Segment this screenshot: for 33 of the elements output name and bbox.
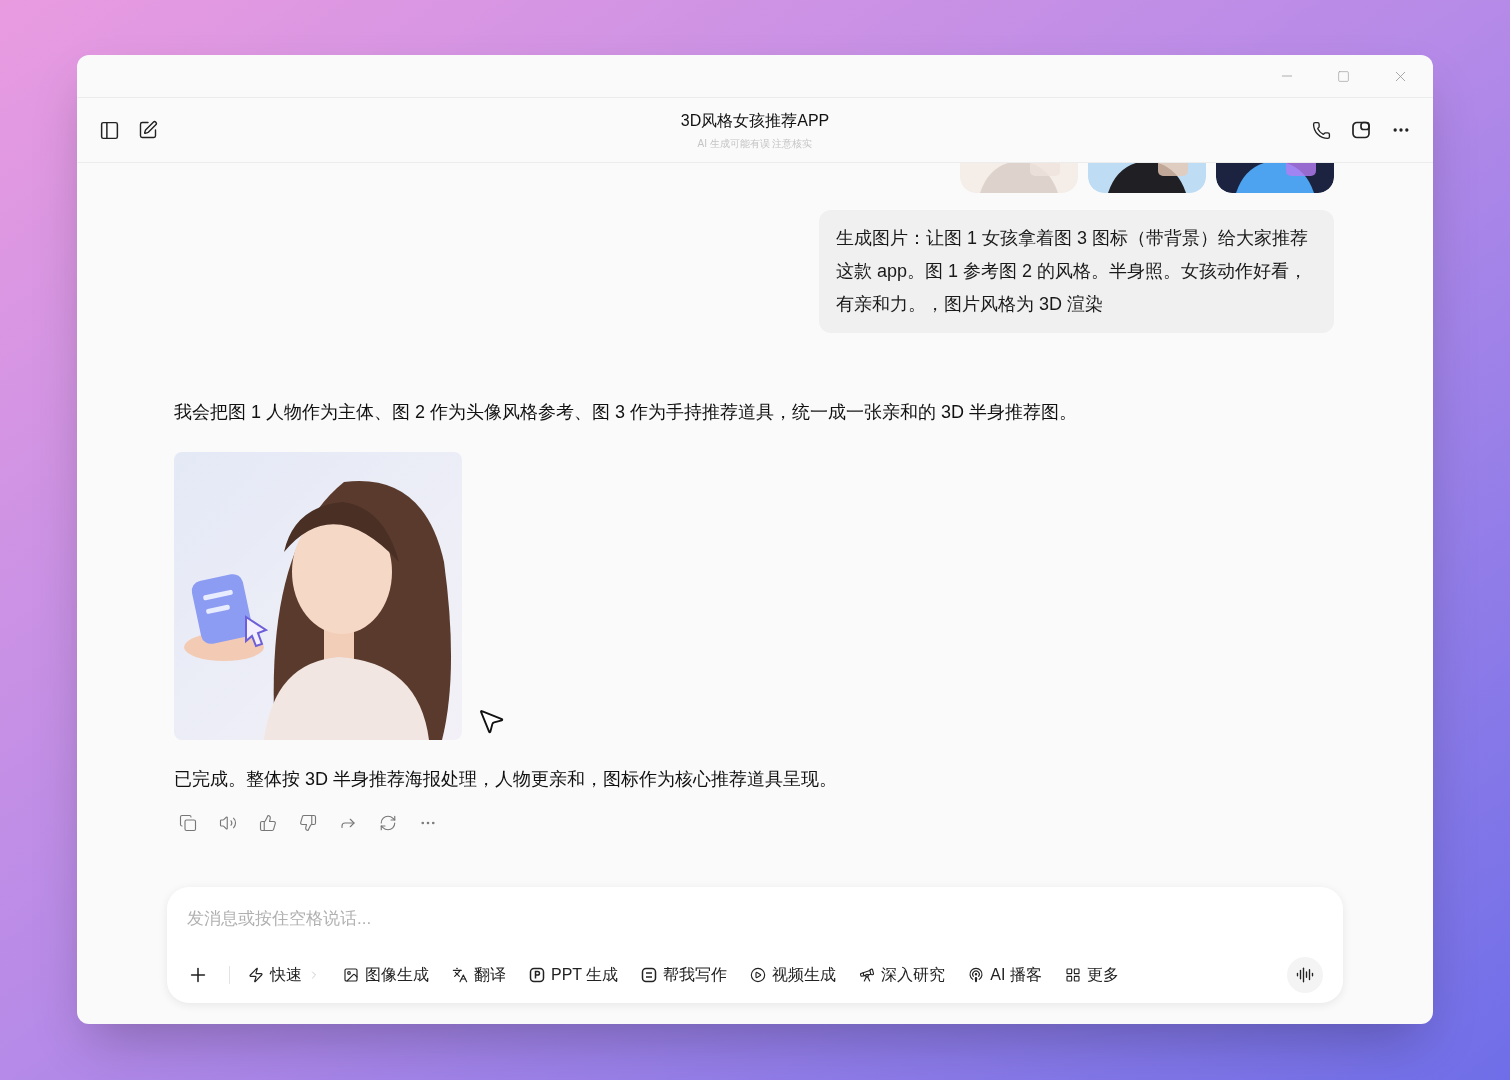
mode-selector[interactable]: 快速 bbox=[248, 963, 320, 987]
tool-button[interactable]: AI 播客 bbox=[968, 963, 1042, 987]
refresh-icon[interactable] bbox=[379, 814, 397, 832]
thumbs-up-icon[interactable] bbox=[259, 814, 277, 832]
sound-wave-icon bbox=[1296, 966, 1314, 984]
chat-title: 3D风格女孩推荐APP bbox=[680, 111, 830, 131]
play-icon bbox=[750, 967, 767, 983]
user-message: 生成图片：让图 1 女孩拿着图 3 图标（带背景）给大家推荐这款 app。图 1 参考图 2 的风格。半身照。女孩动作好看，有亲和力。，图片风格为 3D 渲染 bbox=[819, 210, 1334, 333]
tool-button[interactable]: 帮我写作 bbox=[641, 963, 728, 987]
telescope-icon bbox=[859, 967, 876, 983]
phone-icon[interactable] bbox=[1312, 120, 1331, 140]
thumbs-down-icon[interactable] bbox=[299, 814, 317, 832]
tool-button[interactable]: 更多 bbox=[1064, 963, 1119, 987]
image-icon bbox=[343, 967, 359, 983]
grid-icon bbox=[1064, 967, 1081, 983]
tool-button[interactable]: 视频生成 bbox=[750, 963, 837, 987]
window-icon[interactable] bbox=[1351, 120, 1371, 140]
speaker-icon[interactable] bbox=[219, 814, 237, 832]
new-chat-icon[interactable] bbox=[138, 119, 158, 141]
translate-icon bbox=[452, 967, 468, 983]
sidebar-toggle-icon[interactable] bbox=[99, 119, 120, 141]
message-input[interactable]: 发消息或按住空格说话... bbox=[187, 905, 1323, 933]
voice-input-button[interactable] bbox=[1287, 957, 1323, 993]
tool-button[interactable]: 翻译 bbox=[452, 963, 506, 987]
tool-button[interactable]: 深入研究 bbox=[859, 963, 946, 987]
copy-icon[interactable] bbox=[179, 814, 197, 832]
assistant-message: 我会把图 1 人物作为主体、图 2 作为头像风格参考、图 3 作为手持推荐道具，统一成一张亲和的 3D 半身推荐图。 bbox=[174, 401, 1079, 424]
assistant-message: 已完成。整体按 3D 半身推荐海报处理，人物更亲和，图标作为核心推荐道具呈现。 bbox=[174, 768, 838, 791]
tool-button[interactable]: 图像生成 bbox=[343, 963, 429, 987]
tool-button[interactable]: PPT 生成 bbox=[529, 963, 619, 987]
podcast-icon bbox=[968, 967, 985, 983]
document-icon bbox=[641, 967, 658, 983]
lightning-icon bbox=[248, 967, 264, 983]
